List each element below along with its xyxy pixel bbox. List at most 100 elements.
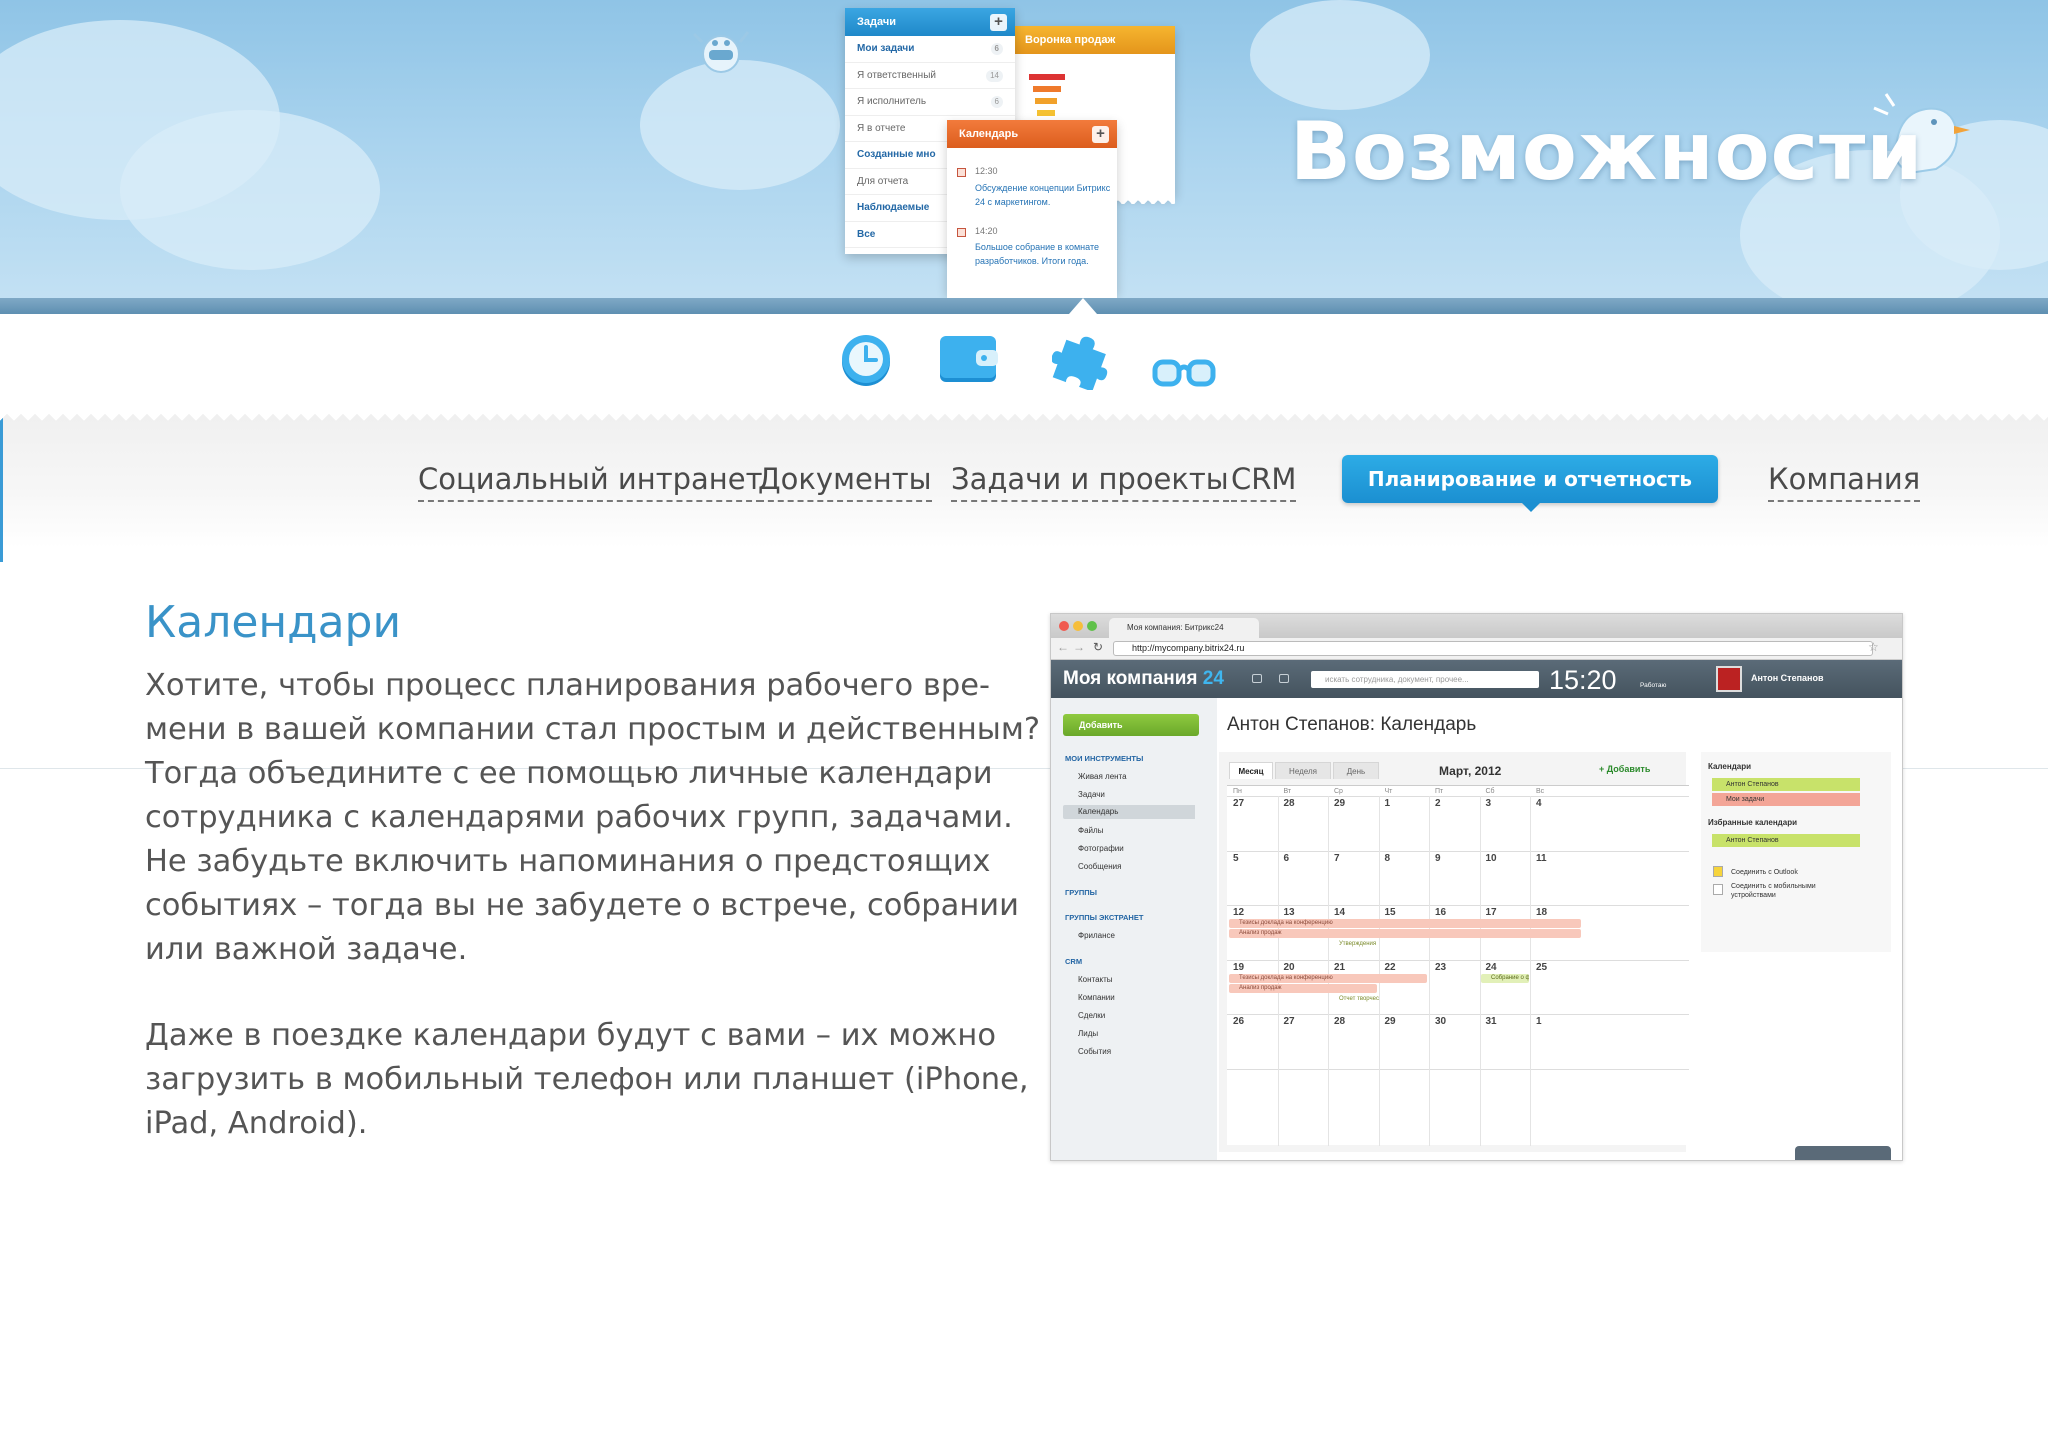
day-cell[interactable]: 8 [1385, 853, 1391, 864]
sidebar-item[interactable]: Файлы [1078, 826, 1103, 835]
nav-social-intranet[interactable]: Социальный интранет [418, 462, 763, 502]
chat-footer-bar[interactable] [1795, 1146, 1891, 1160]
calendar-toggle[interactable]: Антон Степанов [1712, 834, 1860, 847]
calendar-event[interactable]: Тезисы доклада на конференцию [1229, 919, 1581, 928]
sidebar-item[interactable]: Фрилансе [1078, 931, 1115, 940]
day-cell[interactable]: 26 [1233, 1016, 1244, 1027]
connect-mobile-link[interactable]: Соединить с мобильными устройствами [1731, 882, 1851, 900]
day-cell[interactable]: 13 [1284, 907, 1295, 918]
nav-tasks-projects[interactable]: Задачи и проекты [951, 462, 1229, 502]
clock-icon[interactable] [838, 332, 894, 388]
sidebar-item[interactable]: Контакты [1078, 975, 1113, 984]
task-filter-item[interactable]: Мои задачи 6 [845, 36, 1015, 63]
day-cell[interactable]: 7 [1334, 853, 1340, 864]
day-cell[interactable]: 29 [1334, 798, 1345, 809]
sidebar-item[interactable]: Лиды [1078, 1029, 1098, 1038]
day-cell[interactable]: 12 [1233, 907, 1244, 918]
day-cell[interactable]: 1 [1536, 1016, 1542, 1027]
day-cell[interactable]: 5 [1233, 853, 1239, 864]
day-cell[interactable]: 21 [1334, 962, 1345, 973]
day-cell[interactable]: 24 [1486, 962, 1497, 973]
day-cell[interactable]: 6 [1284, 853, 1290, 864]
day-cell[interactable]: 1 [1385, 798, 1391, 809]
day-cell[interactable]: 28 [1284, 798, 1295, 809]
browser-tab[interactable]: Моя компания: Битрикс24 [1109, 618, 1259, 638]
connect-outlook-link[interactable]: Соединить с Outlook [1731, 868, 1851, 877]
day-cell[interactable]: 19 [1233, 962, 1244, 973]
avatar[interactable] [1716, 666, 1742, 692]
nav-crm[interactable]: CRM [1231, 462, 1297, 502]
day-cell[interactable]: 2 [1435, 798, 1441, 809]
calendar-event[interactable]: Утверждения [1329, 940, 1379, 949]
sidebar-item[interactable]: Календарь [1063, 805, 1195, 819]
app-logo[interactable]: Моя компания 24 [1063, 668, 1224, 690]
wallet-icon[interactable] [938, 332, 1000, 388]
reload-icon[interactable]: ↻ [1093, 640, 1103, 654]
day-cell[interactable]: 27 [1284, 1016, 1295, 1027]
work-status[interactable]: Работаю [1640, 682, 1666, 689]
day-cell[interactable]: 30 [1435, 1016, 1446, 1027]
day-cell[interactable]: 9 [1435, 853, 1441, 864]
back-icon[interactable]: ← [1057, 640, 1069, 654]
day-cell[interactable]: 20 [1284, 962, 1295, 973]
day-cell[interactable]: 22 [1385, 962, 1396, 973]
day-cell[interactable]: 17 [1486, 907, 1497, 918]
day-cell[interactable]: 18 [1536, 907, 1547, 918]
sidebar-item[interactable]: Компании [1078, 993, 1115, 1002]
user-name[interactable]: Антон Степанов [1751, 673, 1823, 683]
day-cell[interactable]: 27 [1233, 798, 1244, 809]
notifications-icon[interactable] [1279, 674, 1289, 683]
task-filter-item[interactable]: Я ответственный 14 [845, 63, 1015, 89]
add-event-link[interactable]: + Добавить [1599, 764, 1650, 774]
sidebar-heading-groups[interactable]: ГРУППЫ [1065, 888, 1097, 897]
current-month[interactable]: Март, 2012 [1439, 764, 1501, 778]
close-window-icon[interactable] [1059, 621, 1069, 631]
nav-planning-reporting[interactable]: Планирование и отчетность [1342, 455, 1718, 503]
calendar-event[interactable]: Тезисы доклада на конференцию [1229, 973, 1427, 983]
glasses-icon[interactable] [1152, 350, 1216, 390]
tab-day[interactable]: День [1333, 762, 1379, 779]
sidebar-item[interactable]: Фотографии [1078, 844, 1124, 853]
tab-month[interactable]: Месяц [1229, 762, 1273, 779]
calendar-toggle[interactable]: Антон Степанов [1712, 778, 1860, 791]
day-cell[interactable]: 14 [1334, 907, 1345, 918]
bookmark-star-icon[interactable]: ☆ [1868, 640, 1879, 654]
add-event-icon[interactable]: + [1092, 126, 1109, 143]
address-bar[interactable]: http://mycompany.bitrix24.ru [1113, 641, 1873, 656]
sidebar-item[interactable]: Живая лента [1078, 772, 1127, 781]
calendar-event[interactable]: Анализ продаж [1229, 929, 1581, 938]
calendar-event[interactable]: Отчет творчес [1329, 994, 1379, 1004]
nav-documents[interactable]: Документы [758, 462, 932, 502]
search-input[interactable]: искать сотрудника, документ, прочее... [1311, 671, 1539, 688]
minimize-window-icon[interactable] [1073, 621, 1083, 631]
day-cell[interactable]: 10 [1486, 853, 1497, 864]
puzzle-icon[interactable] [1052, 332, 1110, 390]
day-cell[interactable]: 28 [1334, 1016, 1345, 1027]
maximize-window-icon[interactable] [1087, 621, 1097, 631]
day-cell[interactable]: 31 [1486, 1016, 1497, 1027]
messages-icon[interactable] [1252, 674, 1262, 683]
sidebar-item[interactable]: Задачи [1078, 790, 1105, 799]
sidebar-heading-crm[interactable]: CRM [1065, 957, 1082, 966]
sidebar-item[interactable]: События [1078, 1047, 1111, 1056]
task-filter-item[interactable]: Я исполнитель 6 [845, 89, 1015, 116]
day-cell[interactable]: 29 [1385, 1016, 1396, 1027]
event-text[interactable]: Большое собрание в комнате разработчиков… [975, 240, 1115, 268]
nav-company[interactable]: Компания [1768, 462, 1921, 502]
sidebar-heading-extranet[interactable]: ГРУППЫ ЭКСТРАНЕТ [1065, 913, 1143, 922]
day-cell[interactable]: 23 [1435, 962, 1446, 973]
sidebar-heading-my-tools[interactable]: МОИ ИНСТРУМЕНТЫ [1065, 754, 1143, 763]
day-cell[interactable]: 15 [1385, 907, 1396, 918]
forward-icon[interactable]: → [1073, 640, 1085, 654]
day-cell[interactable]: 25 [1536, 962, 1547, 973]
sidebar-item[interactable]: Сообщения [1078, 862, 1121, 871]
day-cell[interactable]: 3 [1486, 798, 1492, 809]
add-button[interactable]: Добавить [1063, 714, 1199, 736]
tab-week[interactable]: Неделя [1275, 762, 1331, 779]
day-cell[interactable]: 4 [1536, 798, 1542, 809]
sidebar-item[interactable]: Сделки [1078, 1011, 1105, 1020]
event-text[interactable]: Обсуждение концепции Битрикс 24 с маркет… [975, 181, 1115, 209]
day-cell[interactable]: 16 [1435, 907, 1446, 918]
add-task-icon[interactable]: + [990, 14, 1007, 31]
day-cell[interactable]: 11 [1536, 853, 1547, 864]
